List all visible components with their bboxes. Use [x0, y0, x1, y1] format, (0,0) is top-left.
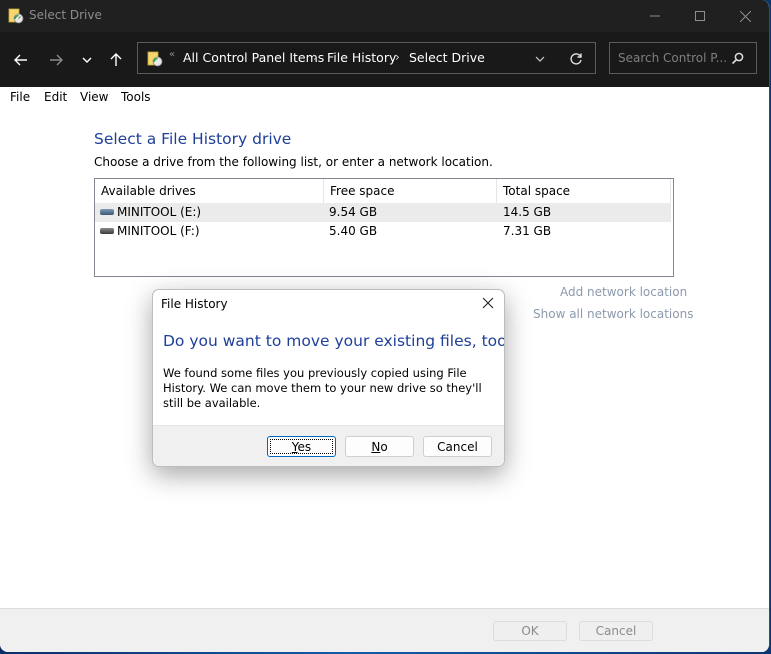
drive-name: MINITOOL (E:): [117, 205, 202, 219]
maximize-button[interactable]: [677, 0, 723, 32]
title-bar: Select Drive: [0, 0, 769, 32]
yes-button[interactable]: Yes: [267, 436, 336, 457]
usb-drive-icon: [100, 209, 114, 215]
navigation-bar: « All Control Panel Items › File History…: [0, 32, 769, 87]
recent-locations-button[interactable]: [73, 46, 101, 74]
drive-free-space: 5.40 GB: [329, 224, 378, 238]
add-network-location-link[interactable]: Add network location: [560, 285, 687, 299]
drive-row[interactable]: MINITOOL (F:) 5.40 GB 7.31 GB: [95, 222, 671, 241]
no-label: o: [380, 440, 388, 454]
search-icon[interactable]: [731, 52, 744, 65]
show-all-network-locations-link[interactable]: Show all network locations: [533, 307, 693, 321]
up-button[interactable]: [102, 46, 130, 74]
arrow-right-icon: [50, 54, 63, 66]
breadcrumb-file-history[interactable]: File History: [327, 50, 396, 65]
dialog-close-icon[interactable]: [480, 295, 496, 311]
minimize-icon: [650, 15, 660, 17]
address-bar[interactable]: « All Control Panel Items › File History…: [137, 42, 596, 74]
dialog-cancel-button[interactable]: Cancel: [423, 436, 492, 457]
breadcrumb-separator-icon[interactable]: ›: [395, 50, 400, 64]
breadcrumb-separator-icon[interactable]: ›: [313, 50, 318, 64]
dialog-heading: Do you want to move your existing files,…: [163, 332, 505, 350]
ok-button[interactable]: OK: [493, 621, 567, 641]
arrow-left-icon: [14, 54, 27, 66]
cancel-button[interactable]: Cancel: [579, 621, 653, 641]
minimize-button[interactable]: [632, 0, 678, 32]
chevron-down-icon: [82, 57, 92, 63]
menu-file[interactable]: File: [10, 90, 30, 104]
back-button[interactable]: [7, 46, 35, 74]
breadcrumb-all-control-panel-items[interactable]: All Control Panel Items: [183, 50, 324, 65]
dialog-title: File History: [161, 297, 228, 311]
arrow-up-icon: [110, 53, 122, 66]
window-title: Select Drive: [29, 8, 102, 22]
usb-drive-icon: [100, 228, 114, 234]
breadcrumb-overflow-icon[interactable]: «: [169, 49, 175, 60]
focus-rectangle: [270, 439, 333, 454]
column-header-free-space[interactable]: Free space: [324, 179, 497, 203]
breadcrumb-select-drive[interactable]: Select Drive: [409, 50, 485, 65]
close-icon: [739, 10, 751, 22]
drive-row[interactable]: MINITOOL (E:) 9.54 GB 14.5 GB: [95, 203, 671, 222]
no-access-key: N: [371, 440, 381, 454]
menu-bar: File Edit View Tools: [0, 87, 769, 109]
refresh-icon[interactable]: [569, 52, 583, 66]
no-button[interactable]: No: [345, 436, 414, 457]
file-history-icon: [8, 8, 24, 24]
menu-tools[interactable]: Tools: [121, 90, 151, 104]
drive-list[interactable]: Available drives Free space Total space …: [94, 178, 674, 277]
move-files-dialog: File History Do you want to move your ex…: [152, 289, 505, 467]
search-input[interactable]: Search Control P...: [618, 51, 727, 65]
column-header-total-space[interactable]: Total space: [497, 179, 671, 203]
drive-total-space: 7.31 GB: [503, 224, 552, 238]
drive-free-space: 9.54 GB: [329, 205, 378, 219]
drive-name: MINITOOL (F:): [117, 224, 200, 238]
column-header-available-drives[interactable]: Available drives: [95, 179, 324, 203]
menu-view[interactable]: View: [80, 90, 108, 104]
page-instructions: Choose a drive from the following list, …: [94, 155, 493, 169]
forward-button[interactable]: [42, 46, 70, 74]
address-dropdown-icon[interactable]: [535, 56, 545, 62]
page-title: Select a File History drive: [94, 130, 292, 148]
dialog-footer: Yes No Cancel: [153, 425, 504, 466]
search-box[interactable]: Search Control P...: [609, 42, 757, 74]
dialog-message: We found some files you previously copie…: [163, 366, 482, 410]
maximize-icon: [695, 11, 705, 21]
menu-edit[interactable]: Edit: [44, 90, 67, 104]
drive-total-space: 14.5 GB: [503, 205, 552, 219]
file-history-icon: [147, 51, 163, 67]
footer-bar: OK Cancel: [0, 608, 769, 652]
close-button[interactable]: [722, 0, 768, 32]
